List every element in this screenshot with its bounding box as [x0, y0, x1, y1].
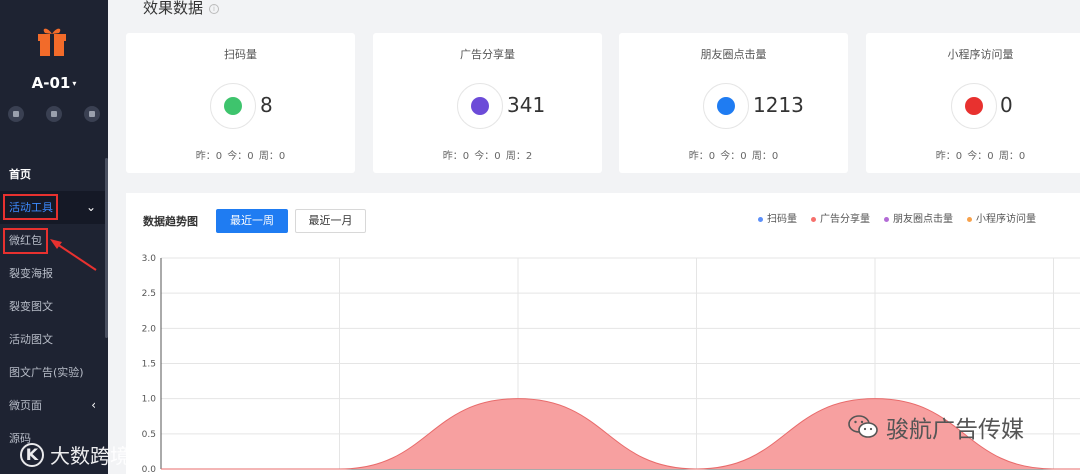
y-tick-label: 2.5 [142, 289, 156, 299]
y-tick-label: 3.0 [142, 254, 157, 264]
y-tick-label: 1.0 [142, 395, 157, 405]
watermark-left: K 大数跨境 [20, 440, 130, 469]
y-tick-label: 0.5 [142, 430, 156, 440]
watermark-left-text: 大数跨境 [50, 444, 130, 468]
y-tick-label: 0.0 [142, 465, 157, 474]
y-tick-label: 2.0 [142, 324, 157, 334]
brand-logo-icon: K [20, 442, 44, 467]
watermark-right: 骏航广告传媒 [848, 410, 1024, 444]
wechat-icon [848, 415, 878, 438]
trend-chart: 3.0 2.5 2.0 1.5 1.0 0.5 0.0 [142, 254, 1080, 474]
watermark-right-text: 骏航广告传媒 [886, 417, 1024, 443]
y-tick-label: 1.5 [142, 360, 156, 370]
